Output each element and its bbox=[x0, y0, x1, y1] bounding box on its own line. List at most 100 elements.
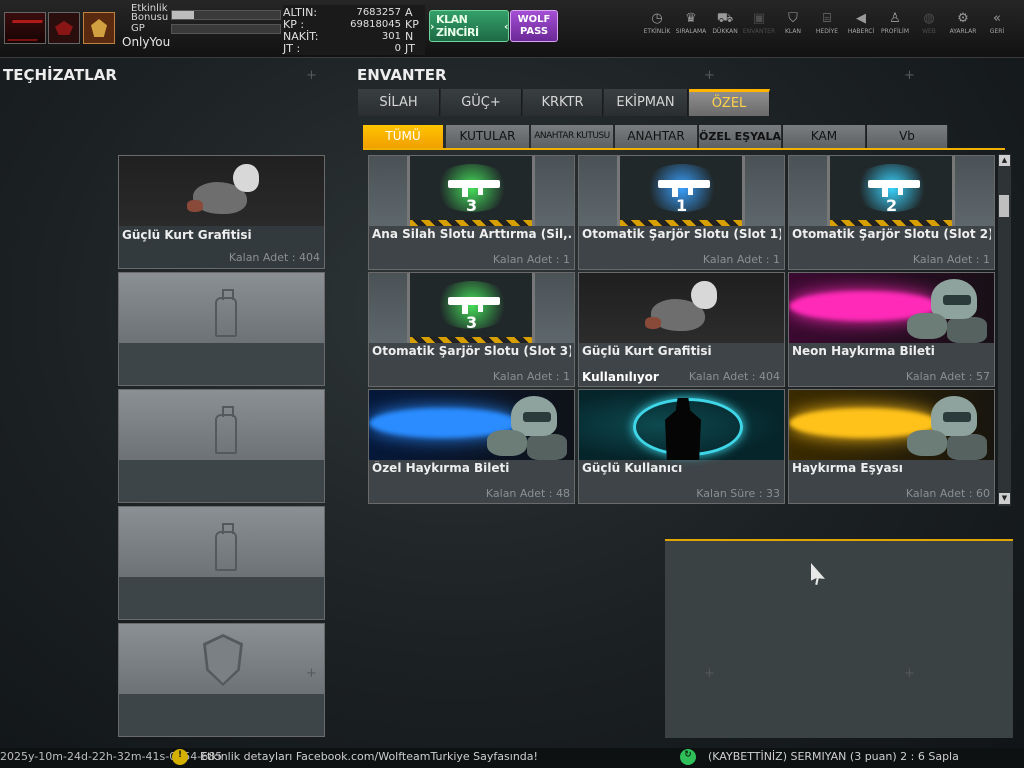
wolf-pass-line2: PASS bbox=[519, 26, 549, 37]
inventory-item-count: Kalan Adet : 404 bbox=[688, 370, 780, 383]
equipment-slot[interactable]: Güçlü Kurt Grafitisi Kalan Adet : 404 bbox=[118, 155, 325, 269]
wolf-graffiti-icon bbox=[643, 277, 727, 339]
soldier-visor bbox=[523, 412, 551, 422]
nav-item-web[interactable]: ◍ WEB bbox=[912, 10, 946, 40]
megaphone-icon: ◀ bbox=[856, 11, 866, 26]
nav-item-label: DÜKKAN bbox=[712, 28, 738, 35]
equipment-slot[interactable] bbox=[118, 506, 325, 620]
inventory-item-card[interactable]: 3 Otomatik Şarjör Slotu (Slot 3) Kalan Ade… bbox=[368, 272, 575, 387]
wolf-pass-button[interactable]: WOLF PASS bbox=[510, 10, 558, 42]
plus-marker: + bbox=[704, 666, 715, 681]
slot-number: 1 bbox=[676, 196, 688, 215]
match-result: (KAYBETTİNİZ) SERMIYAN (3 puan) 2 : 6 Sa… bbox=[708, 750, 959, 763]
spray-can-icon bbox=[215, 289, 237, 337]
wolf-head bbox=[233, 164, 259, 192]
game-logo bbox=[4, 12, 46, 44]
scroll-down-icon[interactable]: ▼ bbox=[999, 493, 1010, 504]
plus-marker: + bbox=[704, 68, 715, 83]
tab-si̇lah[interactable]: SİLAH bbox=[358, 89, 440, 116]
inventory-item-card[interactable]: Özel Haykırma Bileti Kalan Adet : 48 bbox=[368, 389, 575, 504]
subtab-3[interactable]: ANAHTAR bbox=[615, 125, 698, 148]
nav-item-klan[interactable]: ⛉ KLAN bbox=[776, 10, 810, 40]
equipment-slot[interactable] bbox=[118, 623, 325, 737]
soldier-icon bbox=[487, 394, 567, 460]
inventory-item-card[interactable]: 1 Otomatik Şarjör Slotu (Slot 1) Kalan Ade… bbox=[578, 155, 785, 270]
shout-ticket-icon bbox=[369, 390, 574, 460]
subtab-4[interactable]: ÖZEL EŞYALAR bbox=[699, 125, 782, 148]
inventory-item-card[interactable]: 2 Otomatik Şarjör Slotu (Slot 2) Kalan Ade… bbox=[788, 155, 995, 270]
nav-item-siralama[interactable]: ♛ SIRALAMA bbox=[674, 10, 708, 40]
nav-item-hedi̇ye[interactable]: ⌸ HEDİYE bbox=[810, 10, 844, 40]
username: OnlyYou bbox=[122, 35, 171, 49]
tab-krktr[interactable]: KRKTR bbox=[523, 89, 603, 116]
inventory-item-count: Kalan Adet : 1 bbox=[492, 370, 570, 383]
currency-label: JT : bbox=[283, 42, 301, 55]
soldier-shoulder bbox=[947, 317, 987, 343]
gift-icon: ⌸ bbox=[823, 11, 831, 26]
inventory-item-card[interactable]: Neon Haykırma Bileti Kalan Adet : 57 bbox=[788, 272, 995, 387]
slot-footer bbox=[119, 343, 324, 385]
inventory-item-name: Haykırma Eşyası bbox=[792, 461, 903, 475]
warning-icon: ! bbox=[172, 749, 188, 765]
inventory-item-card[interactable]: 3 Ana Silah Slotu Arttırma (Sil,... Kalan … bbox=[368, 155, 575, 270]
nav-item-ayarlar[interactable]: ⚙ AYARLAR bbox=[946, 10, 980, 40]
nav-item-envanter[interactable]: ▣ ENVANTER bbox=[742, 10, 776, 40]
tab-güç+[interactable]: GÜÇ+ bbox=[441, 89, 522, 116]
currency-panel: ALTIN: 7683257 A KP :69818045 KP NAKİT: 301 N JT… bbox=[283, 5, 425, 55]
inventory-item-card[interactable]: Güçlü Kurt Grafitisi Kullanılıyor Kalan Ad… bbox=[578, 272, 785, 387]
nav-item-label: SIRALAMA bbox=[675, 28, 707, 35]
equipment-slot[interactable] bbox=[118, 272, 325, 386]
inventory-item-count: Kalan Süre : 33 bbox=[696, 487, 780, 500]
weapon-slot-icon: 3 bbox=[369, 273, 574, 343]
soldier-visor bbox=[943, 295, 971, 305]
subtab-2[interactable]: ANAHTAR KUTUSU bbox=[531, 125, 614, 148]
medal-icon: ♛ bbox=[685, 11, 697, 26]
nav-item-dükkan[interactable]: ⛟ DÜKKAN bbox=[708, 10, 742, 40]
nav-item-profi̇li̇m[interactable]: ♙ PROFİLİM bbox=[878, 10, 912, 40]
wolf-pass-line1: WOLF bbox=[517, 14, 551, 25]
inventory-item-count: Kalan Adet : 1 bbox=[912, 253, 990, 266]
inventory-item-card[interactable]: Güçlü Kullanıcı Kalan Süre : 33 bbox=[578, 389, 785, 504]
inventory-item-name: Güçlü Kullanıcı bbox=[582, 461, 683, 475]
subtab-6[interactable]: Vb bbox=[867, 125, 948, 148]
inventory-icon: ▣ bbox=[752, 11, 766, 26]
shout-ticket-icon bbox=[789, 273, 994, 343]
subtab-0[interactable]: TÜMÜ bbox=[363, 125, 444, 148]
nav-item-label: WEB bbox=[922, 28, 936, 35]
slot-number: 2 bbox=[886, 196, 898, 215]
soldier-visor bbox=[943, 412, 971, 422]
wolf-claw bbox=[645, 317, 661, 329]
subtab-5[interactable]: KAM bbox=[783, 125, 866, 148]
tab-eki̇pman[interactable]: EKİPMAN bbox=[604, 89, 688, 116]
equipment-slot[interactable] bbox=[118, 389, 325, 503]
soldier-shoulder bbox=[527, 434, 567, 460]
chevron-left-icon: › bbox=[430, 19, 435, 33]
clan-emblem-icon bbox=[83, 12, 115, 44]
klan-zinciri-button[interactable]: › KLAN ZİNCİRİ ‹ bbox=[429, 10, 509, 42]
inventory-item-count: Kalan Adet : 60 bbox=[905, 487, 990, 500]
globe-icon: ◍ bbox=[923, 11, 935, 26]
slot-image bbox=[119, 390, 324, 460]
subtab-1[interactable]: KUTULAR bbox=[446, 125, 530, 148]
inventory-item-card[interactable]: Haykırma Eşyası Kalan Adet : 60 bbox=[788, 389, 995, 504]
nav-item-geri̇[interactable]: « GERİ bbox=[980, 10, 1014, 40]
inventory-item-count: Kalan Adet : 48 bbox=[485, 487, 570, 500]
soldier-icon bbox=[907, 277, 987, 343]
nav-item-label: GERİ bbox=[989, 28, 1005, 35]
gp-progress-bar bbox=[171, 24, 281, 34]
klan-zinciri-label: KLAN ZİNCİRİ bbox=[436, 13, 479, 39]
tab-özel[interactable]: ÖZEL bbox=[689, 89, 770, 116]
lost-match-icon: ↻ bbox=[680, 749, 696, 765]
currency-value: 69818045 bbox=[350, 19, 401, 30]
nav-item-etki̇nli̇k[interactable]: ◷ ETKİNLİK bbox=[640, 10, 674, 40]
inventory-item-count: Kalan Adet : 1 bbox=[492, 253, 570, 266]
hazard-stripes bbox=[410, 220, 532, 226]
plus-marker: + bbox=[904, 68, 915, 83]
nav-item-haberci̇[interactable]: ◀ HABERCİ bbox=[844, 10, 878, 40]
scroll-thumb[interactable] bbox=[999, 195, 1009, 217]
profile-icon: ♙ bbox=[889, 11, 901, 26]
inventory-item-name: Otomatik Şarjör Slotu (Slot 2) bbox=[792, 227, 991, 241]
plus-marker: + bbox=[904, 666, 915, 681]
rank-emblem-icon bbox=[48, 12, 80, 44]
scroll-up-icon[interactable]: ▲ bbox=[999, 155, 1010, 166]
